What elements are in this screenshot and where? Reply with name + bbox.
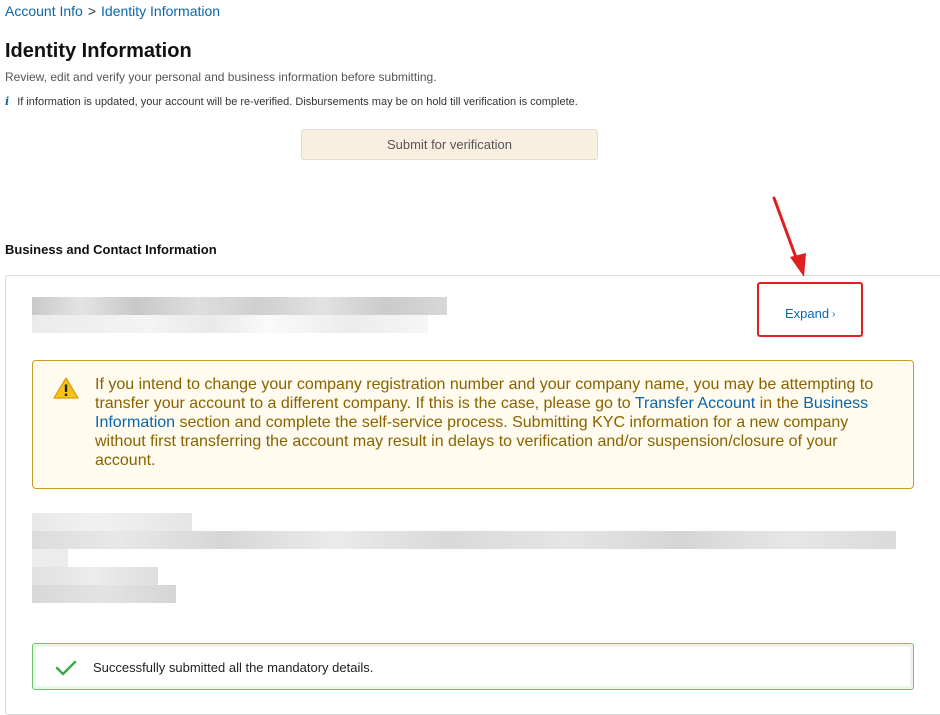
success-text: Successfully submitted all the mandatory… [93, 660, 374, 675]
breadcrumb: Account Info > Identity Information [5, 3, 220, 19]
redacted-company-name [32, 297, 447, 315]
info-icon: i [5, 95, 10, 108]
redacted-contact-heading [32, 513, 192, 531]
expand-label: Expand [785, 306, 830, 321]
redacted-contact-detail-line [32, 531, 896, 549]
business-contact-section-heading: Business and Contact Information [5, 242, 217, 257]
verification-notice-text: If information is updated, your account … [17, 96, 578, 108]
warning-icon [53, 377, 79, 399]
breadcrumb-separator: > [87, 3, 97, 19]
breadcrumb-identity-information-link[interactable]: Identity Information [101, 3, 220, 19]
verification-notice: i If information is updated, your account… [5, 95, 578, 108]
warning-text: If you intend to change your company reg… [95, 375, 895, 470]
redacted-company-detail [32, 315, 428, 333]
warning-text-part3: section and complete the self-service pr… [95, 414, 849, 469]
page-title: Identity Information [5, 40, 192, 62]
redacted-contact-detail-line-3 [32, 585, 176, 603]
warning-text-part2: in the [755, 395, 804, 412]
red-arrow-annotation [772, 196, 806, 277]
transfer-account-link[interactable]: Transfer Account [635, 395, 755, 412]
checkmark-icon [55, 660, 77, 676]
success-alert: Successfully submitted all the mandatory… [32, 643, 914, 690]
chevron-right-icon: › [832, 309, 836, 320]
submit-for-verification-button[interactable]: Submit for verification [301, 129, 598, 160]
breadcrumb-account-info-link[interactable]: Account Info [5, 3, 83, 19]
page-subtitle: Review, edit and verify your personal an… [5, 70, 437, 84]
redacted-contact-detail-short [32, 549, 68, 567]
expand-link[interactable]: Expand › [785, 306, 835, 321]
warning-alert: If you intend to change your company reg… [32, 360, 914, 489]
redacted-contact-detail-line-2 [32, 567, 158, 585]
